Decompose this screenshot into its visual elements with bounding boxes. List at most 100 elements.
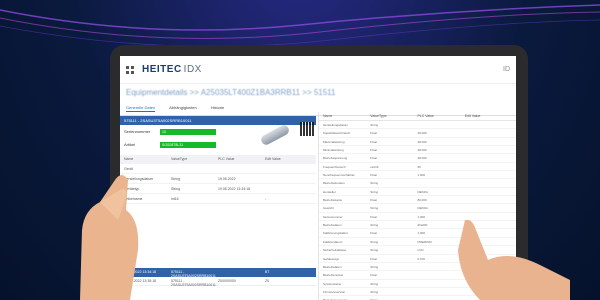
field-value: 10 (160, 128, 216, 135)
column-header: ValueType (171, 157, 188, 161)
cell: Betriebsstatus (323, 198, 343, 203)
cell: String (370, 181, 379, 186)
property-row[interactable]: Herstellungsdatum String (319, 121, 516, 130)
cell: Float (370, 173, 377, 178)
tab-history[interactable]: Historie (211, 105, 225, 112)
property-row[interactable]: Hersteller String DEKRA (319, 188, 516, 197)
cell: 1.000 (417, 173, 426, 178)
cell: 48.000 (417, 139, 427, 144)
column-header: Edit Value (265, 157, 281, 161)
column-header: ValueType (370, 114, 387, 118)
cell (218, 167, 265, 170)
cell (465, 140, 512, 143)
cell: DEKRA (417, 189, 428, 194)
right-hand-image (458, 220, 570, 300)
cell (418, 123, 465, 126)
cell (465, 156, 512, 159)
qr-code-image (300, 122, 314, 136)
column-header: PLC Value (417, 114, 434, 118)
tab-dependencies[interactable]: Abhängigkeiten (169, 105, 197, 112)
app-menu-icon[interactable] (126, 65, 134, 74)
tab-general[interactable]: Generelle Daten (126, 105, 156, 112)
cell: String (370, 123, 379, 127)
left-hand-image (80, 175, 139, 300)
cell: Betriebsspannung (323, 156, 348, 161)
cell: Float (370, 198, 377, 203)
cell: String (370, 223, 379, 228)
cell: Float (370, 214, 377, 219)
app-header: HEITEC IDX ID (120, 56, 516, 84)
cell: Kalibrierdatum (323, 239, 343, 244)
cell: 48.000 (417, 156, 427, 161)
property-row[interactable]: Frequenzbereich uint16 50 (319, 163, 516, 172)
cell (265, 177, 312, 180)
cell: Float (370, 231, 377, 236)
cell: String (370, 189, 379, 194)
brand-suffix: IDX (183, 64, 202, 75)
cell (465, 131, 512, 134)
cell: 1.000 (417, 214, 426, 219)
cell: String (370, 289, 379, 294)
cell: Minimalleistung (323, 148, 344, 153)
cell: Kapazitätsverbrauch (323, 131, 351, 136)
cell: String (370, 281, 379, 286)
cell: 19.05.2022 (218, 177, 236, 181)
cell: String (370, 264, 379, 269)
cell (218, 197, 265, 200)
cell: uint16 (370, 164, 379, 169)
properties-table-header: Name ValueType PLC Value Edit Value (319, 112, 516, 121)
property-row[interactable]: Kapazitätsverbrauch Float 49.000 (319, 129, 516, 138)
cell: Gewicht (323, 206, 334, 211)
property-row[interactable]: Minimalleistung Float 48.000 (319, 146, 516, 155)
property-row[interactable]: Nennfrequenzverhältnis Float 1.000 (319, 171, 516, 180)
cell (265, 167, 312, 170)
cell: Maximalleistung (323, 139, 345, 144)
selected-item[interactable]: 575111 - 2SASU3T5A002SRRB10011 (120, 116, 316, 125)
cell (465, 165, 512, 168)
cell: Firmwareversion (323, 289, 346, 294)
cell (465, 198, 512, 201)
cell: Hersteller (323, 189, 336, 194)
cell: Float (370, 156, 377, 161)
cell (465, 190, 512, 193)
cell: Float (370, 273, 377, 278)
cell: Systemstatus (323, 281, 342, 286)
cell (465, 181, 512, 184)
cell: 575111 - 2SASU3T5A002SRRB10011 (171, 270, 216, 278)
field-label: Seriennummer (124, 129, 151, 134)
column-header: PLC Value (218, 157, 235, 161)
property-row[interactable]: Gewicht String DEKRA (319, 204, 516, 213)
cell: 19.05.2022 13:34:18 (218, 187, 251, 191)
cell: DEKRA (417, 206, 428, 211)
cell: Betriebsstunden (323, 181, 345, 186)
cell: Betriebsdaten (323, 223, 342, 228)
cell: Float (370, 148, 377, 153)
cell: Gehäusetyp (323, 256, 340, 261)
cell: String (370, 239, 379, 244)
cell: 575111 - 2SASU3T5A002SRRB10011 (171, 279, 216, 287)
cell (465, 173, 512, 176)
property-row[interactable]: Betriebsstatus Float 80.000 (319, 196, 516, 205)
cell: Seriennummer (323, 214, 343, 219)
cell: Frequenzbereich (323, 164, 346, 169)
cell: Betriebsdaten (323, 264, 342, 269)
cell: Nennfrequenzverhältnis (323, 173, 355, 178)
cell: - (265, 197, 267, 201)
cell: Kalibrierungsfaktor (323, 231, 349, 236)
cell (465, 123, 512, 126)
cell: 49.000 (417, 131, 427, 136)
cell (465, 206, 512, 209)
cell: Float (370, 139, 377, 144)
column-header: Edit Value (464, 114, 481, 118)
cell (265, 187, 312, 190)
property-row[interactable]: Betriebsstunden String (319, 179, 516, 188)
cell: int16 (171, 197, 179, 201)
property-row[interactable]: Maximalleistung Float 48.000 (319, 138, 516, 147)
cell: 80.000 (417, 198, 427, 203)
cell (465, 215, 512, 218)
window-id: ID (503, 66, 510, 73)
breadcrumb: Equipmentdetails >> A25035LT400Z1BA3RRB1… (126, 88, 336, 97)
brand-logo: HEITEC IDX (142, 64, 202, 75)
property-row[interactable]: Betriebsspannung Float 48.000 (319, 154, 516, 163)
cell: Float (370, 256, 377, 261)
